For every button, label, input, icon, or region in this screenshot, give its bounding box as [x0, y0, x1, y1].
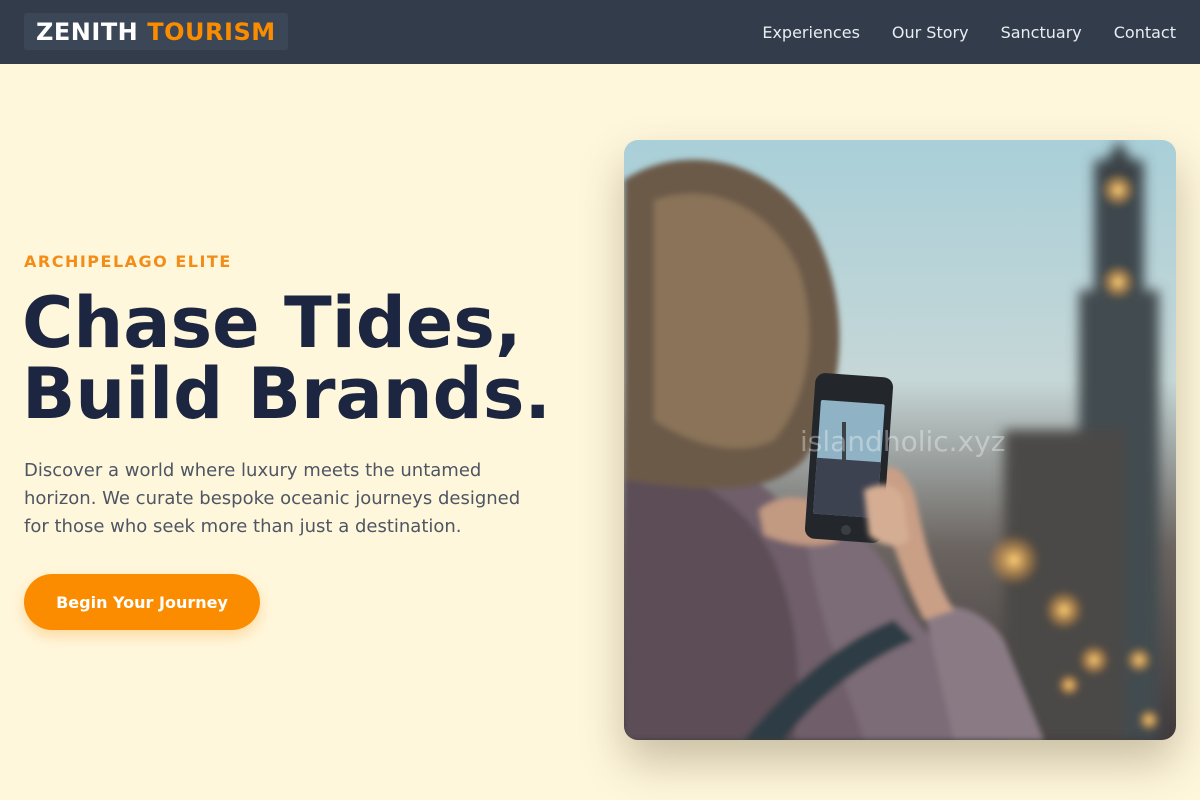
headline-line-2: Build Brands.: [22, 353, 551, 435]
begin-journey-button[interactable]: Begin Your Journey: [24, 574, 260, 630]
hero-headline: Chase Tides, Build Brands.: [22, 288, 602, 430]
hero-image: islandholic.xyz: [624, 140, 1176, 740]
headline-line-1: Chase Tides,: [22, 282, 522, 364]
navbar: ZENITH TOURISM Experiences Our Story San…: [0, 0, 1200, 64]
nav-link-experiences[interactable]: Experiences: [762, 23, 860, 42]
nav-links: Experiences Our Story Sanctuary Contact: [730, 0, 1176, 64]
hero-description: Discover a world where luxury meets the …: [24, 460, 521, 537]
image-watermark: islandholic.xyz: [800, 425, 1006, 458]
brand-logo[interactable]: ZENITH TOURISM: [24, 13, 288, 50]
hero-eyebrow: ARCHIPELAGO ELITE: [24, 252, 232, 271]
nav-link-sanctuary[interactable]: Sanctuary: [1001, 23, 1082, 42]
brand-name-part1: ZENITH: [36, 17, 139, 46]
brand-name-part2: TOURISM: [147, 17, 276, 46]
nav-link-contact[interactable]: Contact: [1114, 23, 1176, 42]
nav-link-our-story[interactable]: Our Story: [892, 23, 969, 42]
